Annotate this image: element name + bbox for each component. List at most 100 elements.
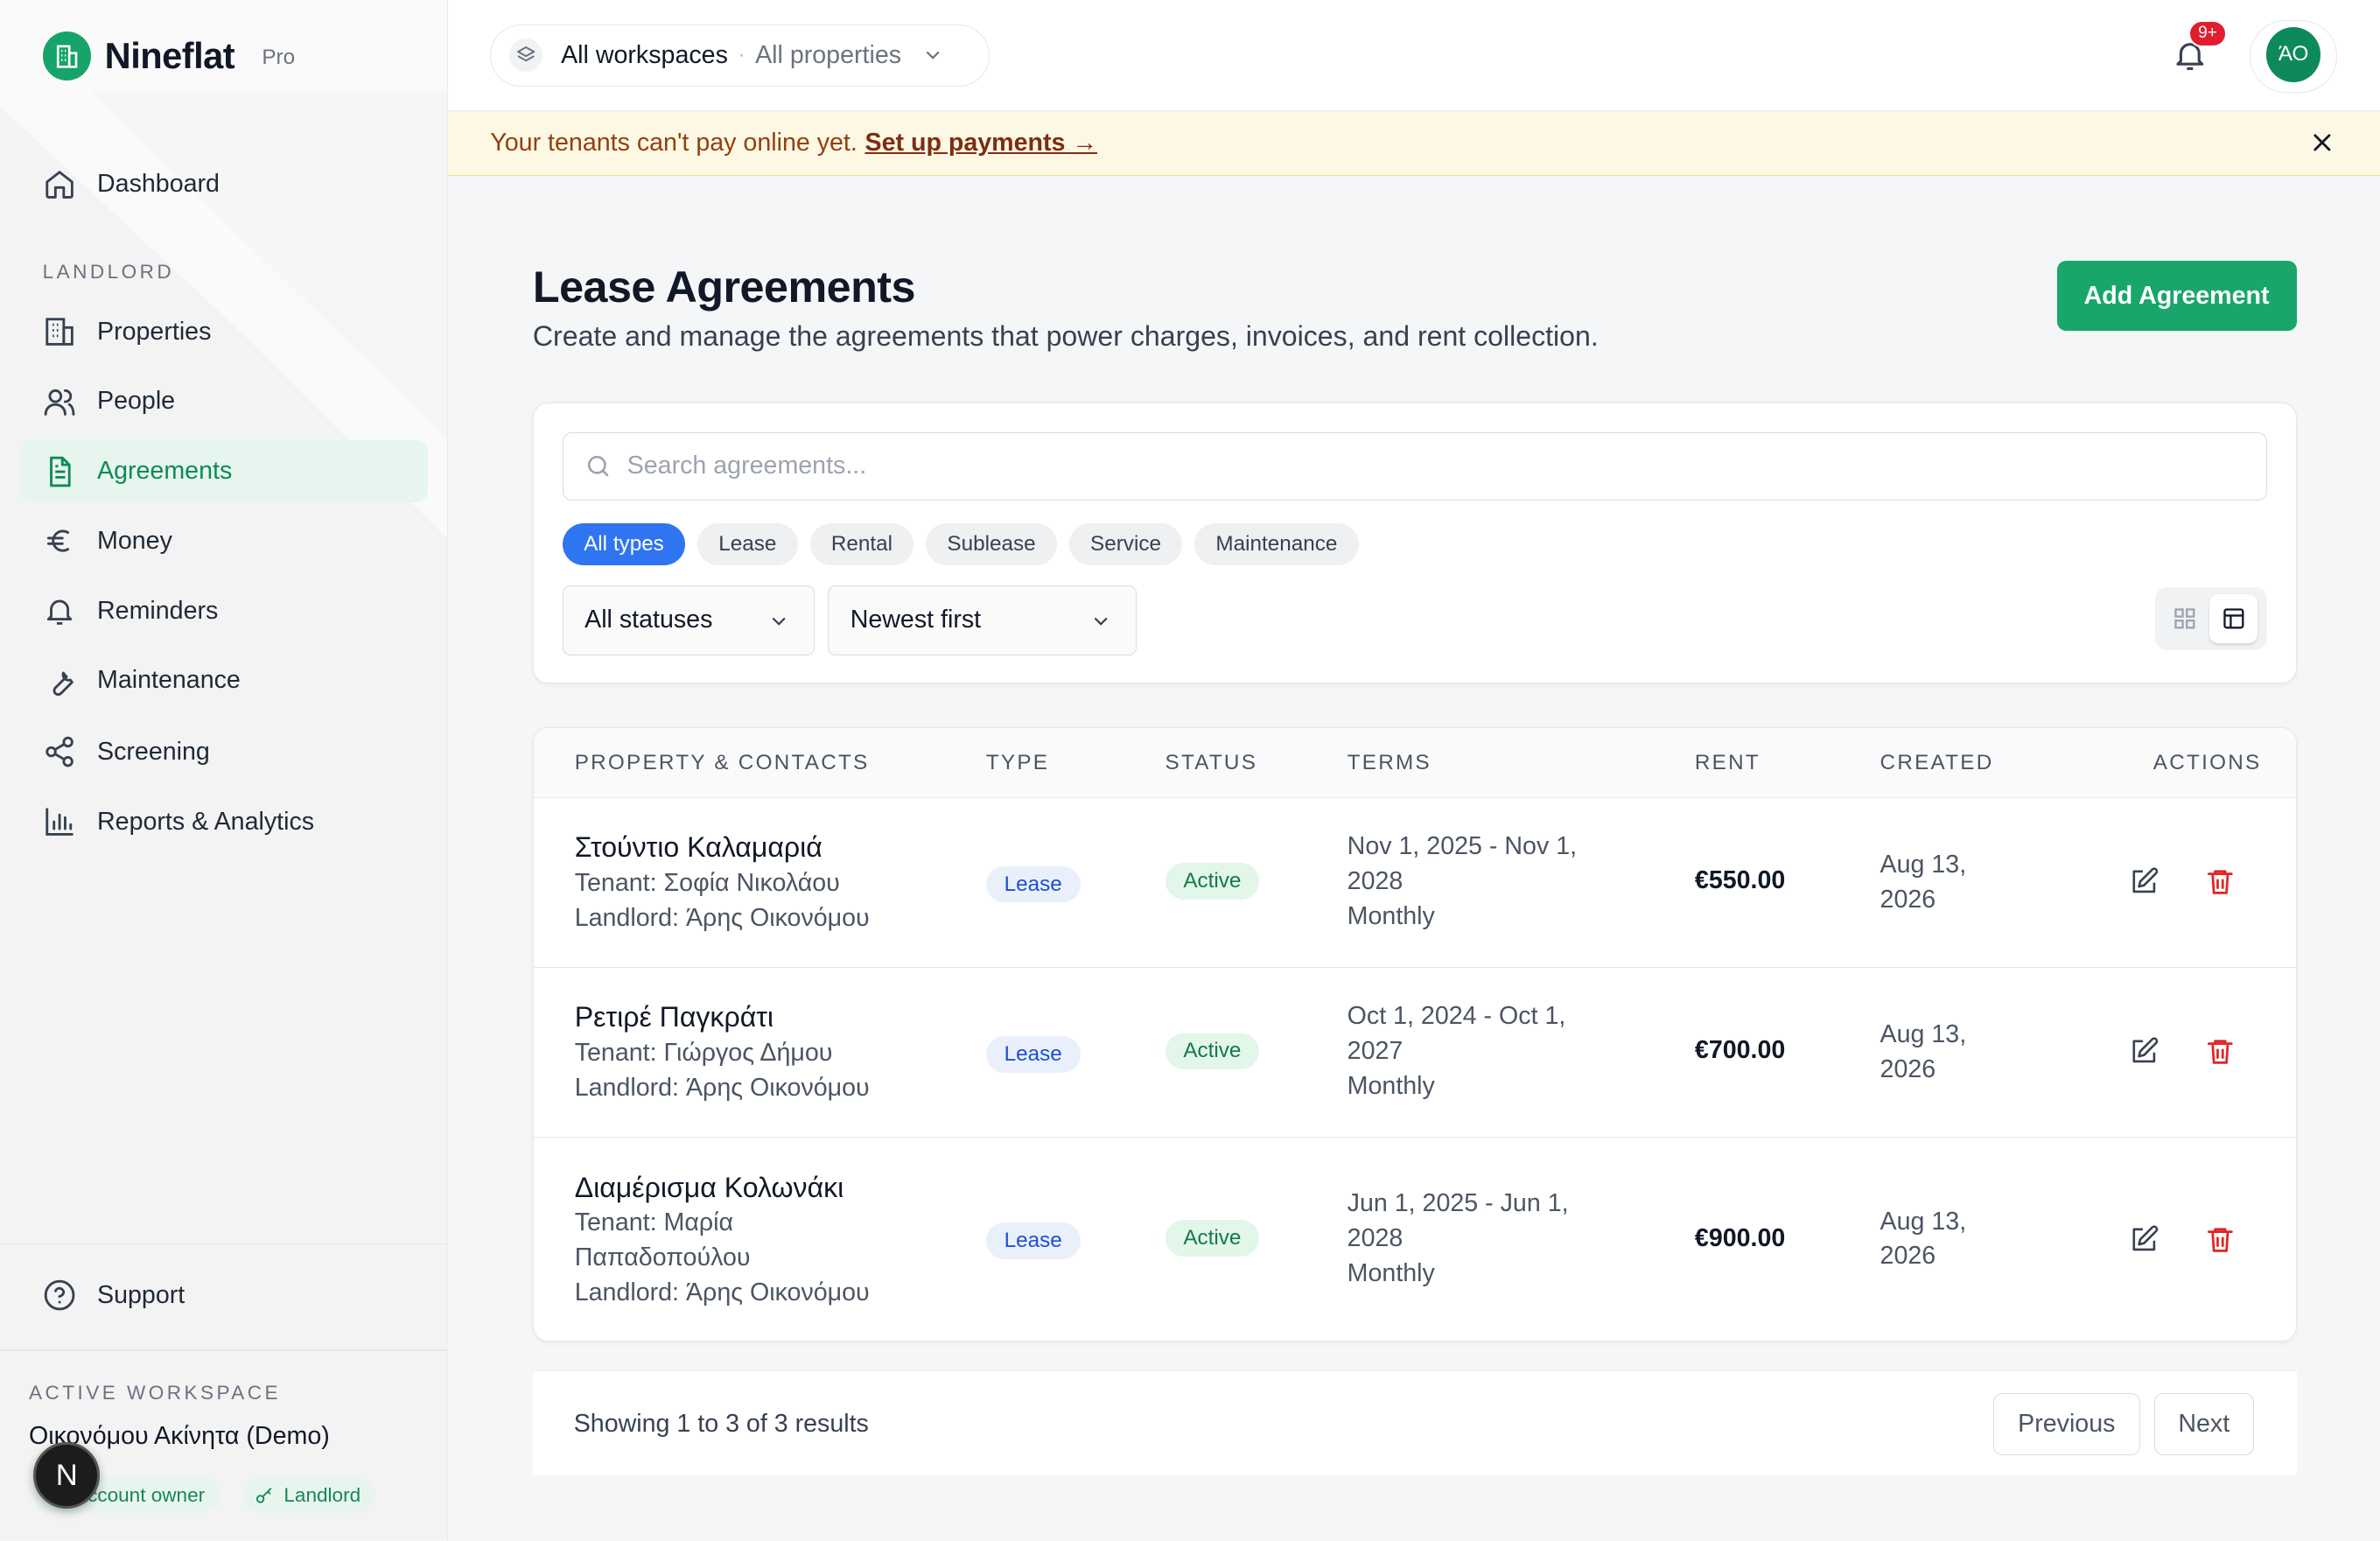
sidebar-item-money[interactable]: Money (21, 510, 428, 572)
terms-dates-cont: 2027 (1347, 1037, 1404, 1066)
sidebar-item-screening[interactable]: Screening (21, 721, 428, 783)
tenant-line-cont: Παπαδοπούλου (574, 1243, 751, 1272)
property-name[interactable]: Στούντιο Καλαμαριά (575, 830, 870, 866)
landlord-line: Landlord: Άρης Οικονόμου (574, 1073, 870, 1102)
add-agreement-button[interactable]: Add Agreement (2056, 261, 2297, 332)
terms-dates: Jun 1, 2025 - Jun 1, (1347, 1188, 1569, 1217)
created-date-line: 2026 (1880, 885, 1936, 914)
column-header: ACTIONS (2152, 750, 2262, 774)
close-icon[interactable] (2310, 130, 2334, 155)
property-name[interactable]: Διαμέρισμα Κολωνάκι (575, 1170, 870, 1207)
share-nodes-icon (43, 735, 76, 768)
view-toggle (2154, 586, 2267, 651)
document-icon (43, 455, 76, 488)
grid-view-button[interactable] (2160, 594, 2209, 643)
chip-sublease[interactable]: Sublease (926, 522, 1057, 566)
wrench-icon (43, 664, 76, 697)
status-badge: Active (1165, 1219, 1260, 1257)
status-select[interactable]: All statuses (562, 585, 815, 655)
type-badge: Lease (985, 865, 1081, 903)
sidebar-item-label: Reminders (97, 596, 219, 625)
column-header[interactable]: PROPERTY & CONTACTS (575, 751, 870, 775)
property-name[interactable]: Ρετιρέ Παγκράτι (575, 999, 870, 1036)
column-header[interactable]: CREATED (1880, 751, 1994, 775)
sidebar-item-dashboard[interactable]: Dashboard (21, 153, 428, 215)
table-row[interactable]: Ρετιρέ Παγκράτι Tenant: Γιώργος Δήμου La… (533, 968, 2296, 1138)
chip-all-types[interactable]: All types (562, 522, 686, 566)
created-date-line: 2026 (1880, 1055, 1936, 1084)
column-header[interactable]: TERMS (1348, 751, 1432, 775)
landlord-badge: Landlord (242, 1476, 376, 1514)
column-header[interactable]: RENT (1695, 751, 1760, 775)
created-date: Aug 13, 2026 (1880, 1205, 2002, 1275)
edit-icon[interactable] (2129, 866, 2160, 897)
sidebar-item-label: Reports & Analytics (97, 807, 315, 836)
chip-maintenance[interactable]: Maintenance (1194, 522, 1359, 566)
sidebar-section-label: LANDLORD (42, 261, 175, 284)
sidebar-item-reports[interactable]: Reports & Analytics (21, 791, 428, 853)
sidebar-item-label: Agreements (97, 457, 233, 486)
terms-dates: Nov 1, 2025 - Nov 1, (1347, 832, 1578, 861)
trash-icon[interactable] (2205, 1036, 2236, 1067)
previous-page-button[interactable]: Previous (1992, 1392, 2140, 1455)
terms-dates-cont: 2028 (1347, 867, 1404, 895)
edit-icon[interactable] (2129, 1036, 2160, 1067)
sidebar-item-people[interactable]: People (21, 370, 428, 432)
agreements-table: PROPERTY & CONTACTS TYPE STATUS TERMS RE… (532, 726, 2297, 1342)
sort-select-value: Newest first (850, 606, 982, 634)
bell-icon (43, 594, 76, 627)
page-title: Lease Agreements (532, 262, 916, 312)
table-row[interactable]: Στούντιο Καλαμαριά Tenant: Σοφία Νικολάο… (533, 798, 2296, 968)
sidebar-item-properties[interactable]: Properties (21, 300, 428, 362)
rent-amount: €700.00 (1694, 1036, 1786, 1065)
brand[interactable]: Nineflat Pro (42, 31, 296, 82)
workspace-switcher[interactable]: All workspaces · All properties (490, 24, 990, 87)
rent-amount: €900.00 (1694, 1224, 1786, 1253)
sidebar-divider (0, 1349, 447, 1351)
search-placeholder: Search agreements... (626, 452, 867, 480)
brand-logo-icon (42, 32, 92, 81)
sidebar-item-label: Properties (97, 317, 212, 346)
chip-rental[interactable]: Rental (809, 522, 914, 566)
chevron-down-icon (1090, 611, 1111, 632)
terms-cell: Jun 1, 2025 - Jun 1, 2028 Monthly (1348, 1187, 1606, 1292)
setup-payments-link[interactable]: Set up payments → (865, 129, 1098, 158)
terms-cell: Nov 1, 2025 - Nov 1, 2028 Monthly (1348, 830, 1606, 935)
column-header[interactable]: TYPE (986, 751, 1049, 775)
tenant-line: Tenant: Σοφία Νικολάου (574, 868, 840, 897)
sidebar-item-support[interactable]: Support (21, 1264, 428, 1327)
chip-lease[interactable]: Lease (696, 522, 798, 566)
sidebar-item-reminders[interactable]: Reminders (21, 580, 428, 642)
landlord-line: Landlord: Άρης Οικονόμου (574, 903, 870, 932)
column-header[interactable]: STATUS (1166, 751, 1258, 775)
sidebar-item-maintenance[interactable]: Maintenance (21, 649, 428, 711)
notification-count-badge: 9+ (2188, 19, 2227, 47)
sort-select[interactable]: Newest first (828, 585, 1137, 655)
avatar[interactable]: ΆΟ (2265, 27, 2321, 82)
layers-icon (509, 39, 543, 73)
trash-icon[interactable] (2205, 866, 2236, 897)
sidebar-item-agreements[interactable]: Agreements (21, 440, 429, 503)
table-view-button[interactable] (2208, 594, 2258, 643)
chevron-down-icon (768, 611, 789, 632)
trash-icon[interactable] (2205, 1224, 2236, 1255)
created-date: Aug 13, 2026 (1880, 848, 2002, 918)
pagination-bar: Showing 1 to 3 of 3 results Previous Nex… (532, 1370, 2297, 1476)
search-input[interactable]: Search agreements... (562, 431, 2267, 501)
workspace-section-label: ACTIVE WORKSPACE (28, 1381, 282, 1404)
terms-frequency: Monthly (1347, 901, 1435, 930)
sidebar-item-label: Money (97, 526, 172, 555)
created-date: Aug 13, 2026 (1880, 1018, 2002, 1088)
chip-service[interactable]: Service (1068, 522, 1183, 566)
help-circle-icon (43, 1278, 76, 1312)
table-icon (2223, 608, 2244, 629)
search-icon (584, 452, 612, 480)
payments-warning-banner: Your tenants can't pay online yet. Set u… (447, 110, 2380, 177)
home-icon (43, 168, 76, 201)
separator-dot: · (738, 45, 745, 66)
brand-tier: Pro (262, 45, 296, 69)
users-icon (43, 385, 76, 418)
next-page-button[interactable]: Next (2153, 1392, 2255, 1455)
table-row[interactable]: Διαμέρισμα Κολωνάκι Tenant: Μαρία Παπαδο… (534, 1138, 2296, 1341)
edit-icon[interactable] (2129, 1224, 2160, 1255)
